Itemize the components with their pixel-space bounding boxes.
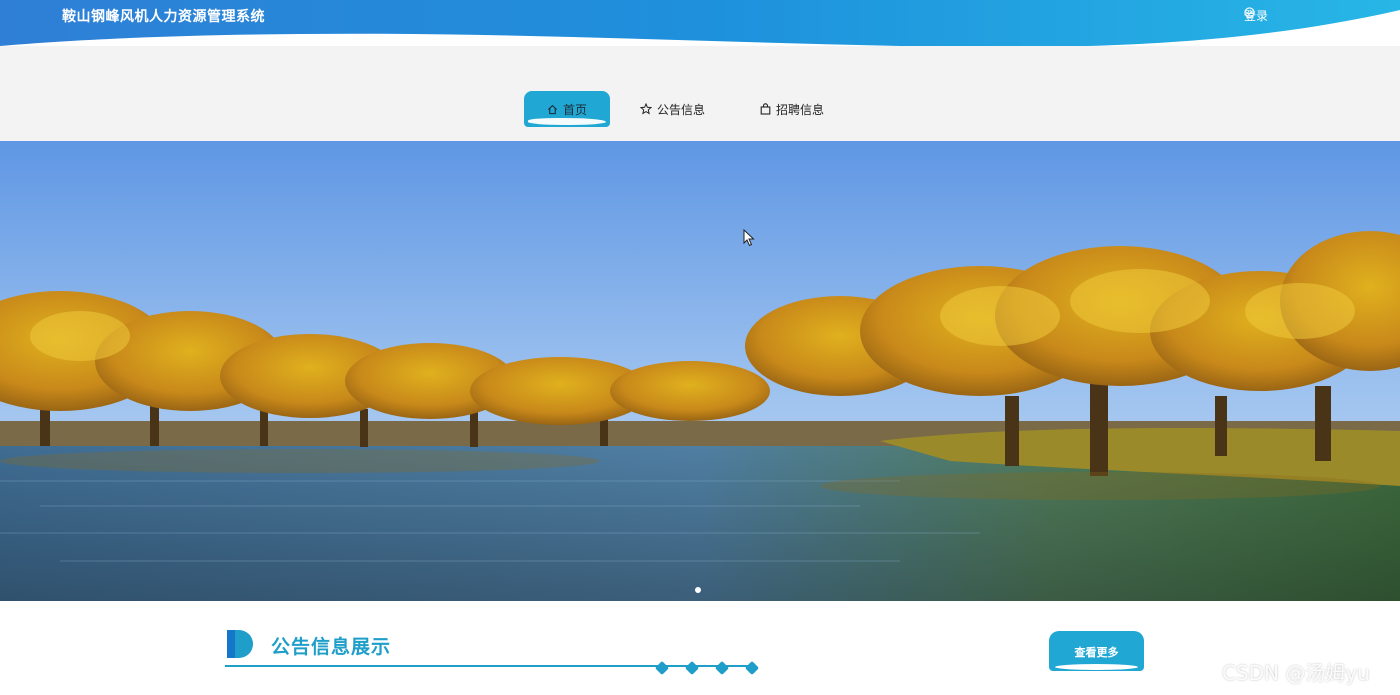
divider-dot <box>684 660 700 676</box>
home-icon <box>547 104 557 114</box>
section-d-logo-icon <box>227 630 253 658</box>
watermark: CSDN @汤姆yu <box>1222 661 1370 685</box>
login-link[interactable]: 登录 <box>1244 7 1268 24</box>
nav-item-label: 招聘信息 <box>776 102 825 117</box>
banner-landscape-image <box>0 141 1400 601</box>
site-title: 鞍山钢峰风机人力资源管理系统 <box>62 8 265 24</box>
nav-item-home[interactable]: 首页 <box>524 91 610 127</box>
nav-item-label: 公告信息 <box>657 102 706 117</box>
nav-item-recruitment[interactable]: 招聘信息 <box>760 91 824 127</box>
bag-icon <box>760 103 771 115</box>
divider-dot <box>714 660 730 676</box>
section-title: 公告信息展示 <box>271 637 392 658</box>
section-divider <box>225 665 755 667</box>
mouse-cursor-icon <box>743 229 755 247</box>
view-more-button[interactable]: 查看更多 <box>1049 631 1144 671</box>
divider-dot <box>744 660 760 676</box>
star-icon <box>640 103 652 115</box>
banner-carousel[interactable] <box>0 141 1400 601</box>
nav-item-label: 首页 <box>562 102 587 117</box>
announcement-section-header: 公告信息展示 <box>225 626 765 676</box>
nav-item-announcements[interactable]: 公告信息 <box>640 91 705 127</box>
check-circle-icon <box>1244 7 1255 18</box>
divider-dot <box>654 660 670 676</box>
carousel-dot-active[interactable] <box>695 587 701 593</box>
